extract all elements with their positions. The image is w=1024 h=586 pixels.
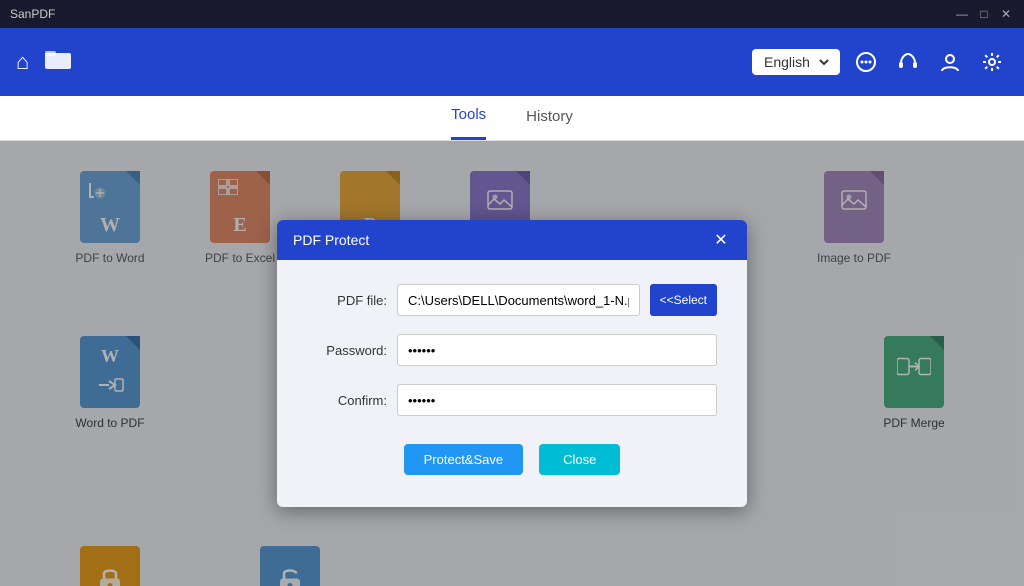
tab-history[interactable]: History <box>526 96 573 140</box>
close-window-button[interactable]: ✕ <box>998 6 1014 22</box>
headset-icon[interactable] <box>892 46 924 78</box>
minimize-button[interactable]: — <box>954 6 970 22</box>
select-file-button[interactable]: <<Select <box>650 284 717 316</box>
main-content: W PDF to Word E <box>0 141 1024 586</box>
app-title: SanPDF <box>10 7 55 21</box>
toolbar: ⌂ English Chinese French Spanish <box>0 28 1024 96</box>
folder-icon[interactable] <box>45 48 71 76</box>
dialog-close-button[interactable]: ✕ <box>711 230 731 250</box>
protect-save-button[interactable]: Protect&Save <box>404 444 524 475</box>
toolbar-right: English Chinese French Spanish <box>752 46 1008 78</box>
nav-tabs: Tools History <box>0 96 1024 141</box>
maximize-button[interactable]: □ <box>976 6 992 22</box>
dialog-actions: Protect&Save Close <box>307 434 717 483</box>
confirm-input[interactable] <box>397 384 717 416</box>
pdf-file-field: PDF file: <<Select <box>307 284 717 316</box>
language-dropdown[interactable]: English Chinese French Spanish <box>760 53 832 71</box>
chat-icon[interactable] <box>850 46 882 78</box>
close-dialog-button[interactable]: Close <box>539 444 620 475</box>
confirm-field: Confirm: <box>307 384 717 416</box>
pdf-file-label: PDF file: <box>307 293 387 308</box>
window-controls: — □ ✕ <box>954 6 1014 22</box>
dialog-header: PDF Protect ✕ <box>277 220 747 260</box>
password-input[interactable] <box>397 334 717 366</box>
password-field: Password: <box>307 334 717 366</box>
settings-icon[interactable] <box>976 46 1008 78</box>
titlebar: SanPDF — □ ✕ <box>0 0 1024 28</box>
pdf-file-input[interactable] <box>397 284 640 316</box>
toolbar-left: ⌂ <box>16 48 71 76</box>
tab-tools[interactable]: Tools <box>451 96 486 140</box>
user-icon[interactable] <box>934 46 966 78</box>
dialog-title: PDF Protect <box>293 232 369 248</box>
dialog-overlay: PDF Protect ✕ PDF file: <<Select Passwor… <box>0 141 1024 586</box>
dialog-body: PDF file: <<Select Password: Confirm: Pr… <box>277 260 747 507</box>
password-label: Password: <box>307 343 387 358</box>
pdf-protect-dialog: PDF Protect ✕ PDF file: <<Select Passwor… <box>277 220 747 507</box>
language-selector[interactable]: English Chinese French Spanish <box>752 49 840 75</box>
confirm-label: Confirm: <box>307 393 387 408</box>
home-icon[interactable]: ⌂ <box>16 49 29 75</box>
